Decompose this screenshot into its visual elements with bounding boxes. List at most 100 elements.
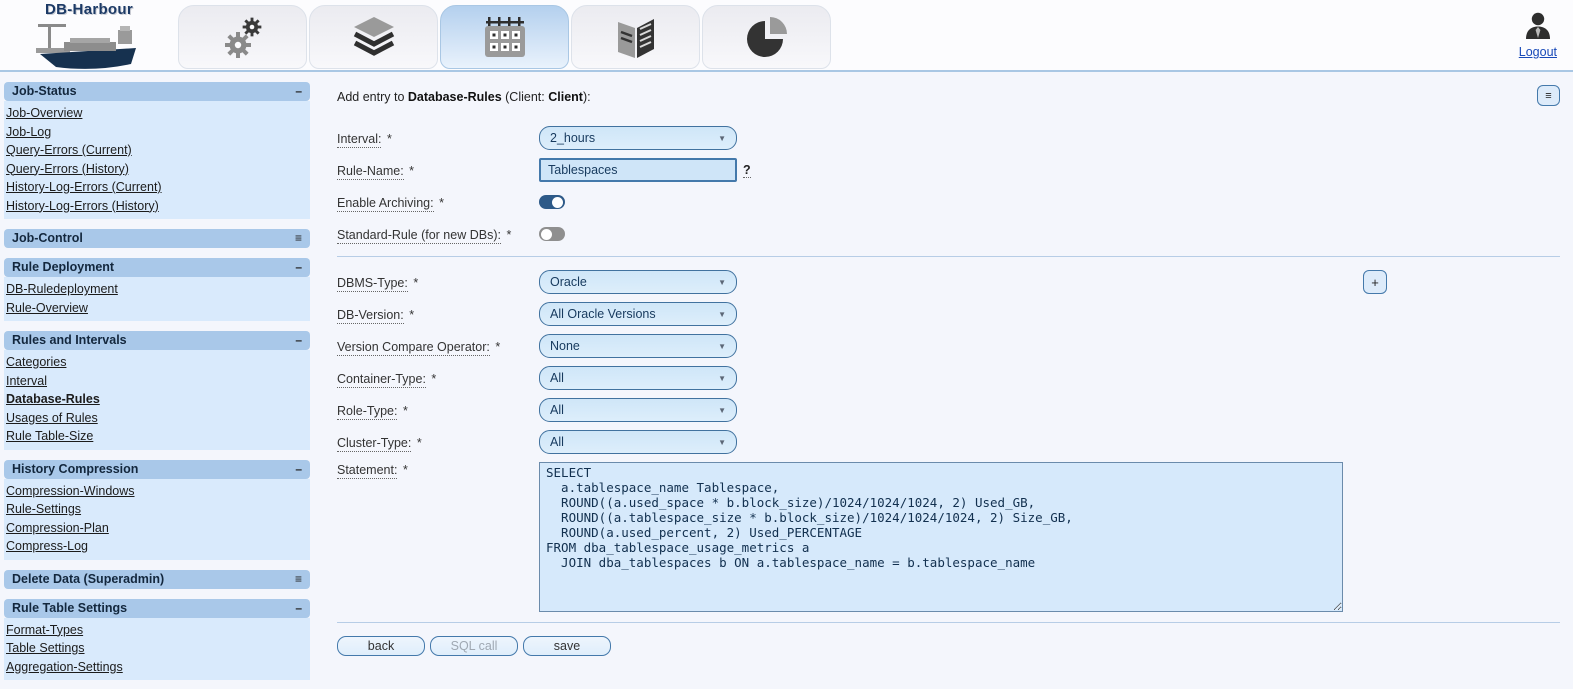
section-delete-data: Delete Data (Superadmin) ≡ bbox=[4, 569, 310, 589]
sidebar-item-compression-plan[interactable]: Compression-Plan bbox=[6, 519, 109, 538]
sidebar-item-job-overview[interactable]: Job-Overview bbox=[6, 104, 82, 123]
container-type-select[interactable]: All ▼ bbox=[539, 366, 737, 390]
cluster-type-label: Cluster-Type: * bbox=[337, 435, 422, 452]
sidebar-item-job-log[interactable]: Job-Log bbox=[6, 123, 51, 142]
tab-layers[interactable] bbox=[309, 5, 438, 69]
sidebar-item-history-log-errors-history[interactable]: History-Log-Errors (History) bbox=[6, 197, 159, 216]
section-body: Compression-Windows Rule-Settings Compre… bbox=[4, 478, 310, 560]
add-rule-variant-button[interactable]: + bbox=[1363, 270, 1387, 294]
sidebar-item-interval[interactable]: Interval bbox=[6, 372, 47, 391]
collapse-icon[interactable]: – bbox=[295, 334, 302, 346]
tab-calendar[interactable] bbox=[440, 5, 569, 69]
tab-statistics[interactable] bbox=[702, 5, 831, 69]
sidebar-item-db-ruledeployment[interactable]: DB-Ruledeployment bbox=[6, 280, 118, 299]
sidebar-item-categories[interactable]: Categories bbox=[6, 353, 66, 372]
sidebar-item-query-errors-current[interactable]: Query-Errors (Current) bbox=[6, 141, 132, 160]
section-rule-deployment: Rule Deployment – DB-Ruledeployment Rule… bbox=[4, 258, 310, 321]
layers-icon bbox=[353, 17, 394, 56]
section-title: Rule Table Settings bbox=[12, 600, 128, 615]
expand-icon[interactable]: ≡ bbox=[295, 573, 302, 585]
sidebar-item-database-rules[interactable]: Database-Rules bbox=[6, 390, 100, 409]
field-container-type: Container-Type: * All ▼ bbox=[337, 366, 1560, 390]
chevron-down-icon: ▼ bbox=[718, 277, 726, 287]
harbour-ship-icon bbox=[36, 24, 136, 69]
rule-name-label: Rule-Name: * bbox=[337, 163, 415, 180]
sidebar-item-query-errors-history[interactable]: Query-Errors (History) bbox=[6, 160, 129, 179]
section-body: DB-Ruledeployment Rule-Overview bbox=[4, 277, 310, 321]
collapse-icon[interactable]: – bbox=[295, 261, 302, 273]
section-header[interactable]: Rules and Intervals – bbox=[4, 331, 310, 350]
help-icon[interactable]: ? bbox=[743, 163, 751, 178]
logout-link[interactable]: Logout bbox=[1519, 45, 1557, 59]
section-body: Format-Types Table Settings Aggregation-… bbox=[4, 617, 310, 680]
field-dbms-type: DBMS-Type: * Oracle ▼ + bbox=[337, 270, 1560, 294]
statement-label: Statement: * bbox=[337, 463, 408, 479]
interval-select[interactable]: 2_hours ▼ bbox=[539, 126, 737, 150]
panel-menu-button[interactable]: ≡ bbox=[1537, 85, 1560, 106]
back-button[interactable]: back bbox=[337, 636, 425, 656]
section-body: Categories Interval Database-Rules Usage… bbox=[4, 350, 310, 450]
expand-icon[interactable]: ≡ bbox=[295, 232, 302, 244]
field-enable-archiving: Enable Archiving: * bbox=[337, 190, 1560, 214]
section-header[interactable]: Job-Control ≡ bbox=[4, 229, 310, 248]
chevron-down-icon: ▼ bbox=[718, 341, 726, 351]
section-header[interactable]: Job-Status – bbox=[4, 82, 310, 101]
sidebar-item-rule-overview[interactable]: Rule-Overview bbox=[6, 299, 88, 318]
plus-icon: + bbox=[1371, 274, 1379, 290]
sidebar: Job-Status – Job-Overview Job-Log Query-… bbox=[4, 72, 310, 687]
sidebar-item-compress-log[interactable]: Compress-Log bbox=[6, 537, 88, 556]
section-title: Rules and Intervals bbox=[12, 333, 127, 347]
main-panel: Add entry to Database-Rules (Client: Cli… bbox=[310, 72, 1573, 687]
book-icon bbox=[617, 19, 654, 58]
role-type-select[interactable]: All ▼ bbox=[539, 398, 737, 422]
section-title: Delete Data (Superadmin) bbox=[12, 571, 165, 586]
tab-reports[interactable] bbox=[571, 5, 700, 69]
gears-icon bbox=[224, 17, 261, 58]
version-compare-operator-select[interactable]: None ▼ bbox=[539, 334, 737, 358]
section-title: Job-Status bbox=[12, 84, 77, 98]
cluster-type-select[interactable]: All ▼ bbox=[539, 430, 737, 454]
collapse-icon[interactable]: – bbox=[295, 602, 302, 614]
collapse-icon[interactable]: – bbox=[295, 463, 302, 475]
section-divider bbox=[337, 256, 1560, 257]
user-icon bbox=[1525, 12, 1550, 39]
sidebar-item-aggregation-settings[interactable]: Aggregation-Settings bbox=[6, 658, 123, 677]
section-header[interactable]: Rule Table Settings – bbox=[4, 598, 310, 618]
sidebar-item-usages-of-rules[interactable]: Usages of Rules bbox=[6, 409, 98, 428]
tab-settings[interactable] bbox=[178, 5, 307, 69]
standard-rule-toggle[interactable] bbox=[539, 227, 565, 241]
collapse-icon[interactable]: – bbox=[295, 85, 302, 97]
sidebar-item-format-types[interactable]: Format-Types bbox=[6, 621, 83, 640]
section-history-compression: History Compression – Compression-Window… bbox=[4, 459, 310, 560]
section-title: Rule Deployment bbox=[12, 260, 115, 274]
section-header[interactable]: Rule Deployment – bbox=[4, 258, 310, 277]
chevron-down-icon: ▼ bbox=[718, 133, 726, 143]
main-tabs bbox=[178, 5, 831, 69]
db-version-select[interactable]: All Oracle Versions ▼ bbox=[539, 302, 737, 326]
section-title: Job-Control bbox=[12, 231, 83, 245]
user-area: Logout bbox=[1519, 12, 1557, 59]
field-cluster-type: Cluster-Type: * All ▼ bbox=[337, 430, 1560, 454]
statement-textarea[interactable]: SELECT a.tablespace_name Tablespace, ROU… bbox=[539, 462, 1343, 612]
dbms-type-label: DBMS-Type: * bbox=[337, 275, 419, 292]
chevron-down-icon: ▼ bbox=[718, 405, 726, 415]
database-rule-form: Interval: * 2_hours ▼ Rule-Name: * ? Ena… bbox=[337, 126, 1560, 656]
content-area: Job-Status – Job-Overview Job-Log Query-… bbox=[0, 72, 1573, 687]
field-version-compare-operator: Version Compare Operator: * None ▼ bbox=[337, 334, 1560, 358]
sidebar-item-rule-table-size[interactable]: Rule Table-Size bbox=[6, 427, 93, 446]
save-button[interactable]: save bbox=[523, 636, 611, 656]
enable-archiving-toggle[interactable] bbox=[539, 195, 565, 209]
section-header[interactable]: History Compression – bbox=[4, 459, 310, 479]
sidebar-item-history-log-errors-current[interactable]: History-Log-Errors (Current) bbox=[6, 178, 162, 197]
toggle-knob bbox=[552, 196, 563, 208]
sidebar-item-compression-windows[interactable]: Compression-Windows bbox=[6, 482, 135, 501]
dbms-type-select[interactable]: Oracle ▼ bbox=[539, 270, 737, 294]
rule-name-input[interactable] bbox=[539, 158, 737, 182]
sidebar-item-table-settings[interactable]: Table Settings bbox=[6, 639, 85, 658]
chevron-down-icon: ▼ bbox=[718, 309, 726, 319]
version-compare-operator-label: Version Compare Operator: * bbox=[337, 339, 501, 356]
section-header[interactable]: Delete Data (Superadmin) ≡ bbox=[4, 569, 310, 589]
footer-divider bbox=[337, 622, 1560, 623]
sql-call-button[interactable]: SQL call bbox=[430, 636, 518, 656]
sidebar-item-rule-settings[interactable]: Rule-Settings bbox=[6, 500, 81, 519]
